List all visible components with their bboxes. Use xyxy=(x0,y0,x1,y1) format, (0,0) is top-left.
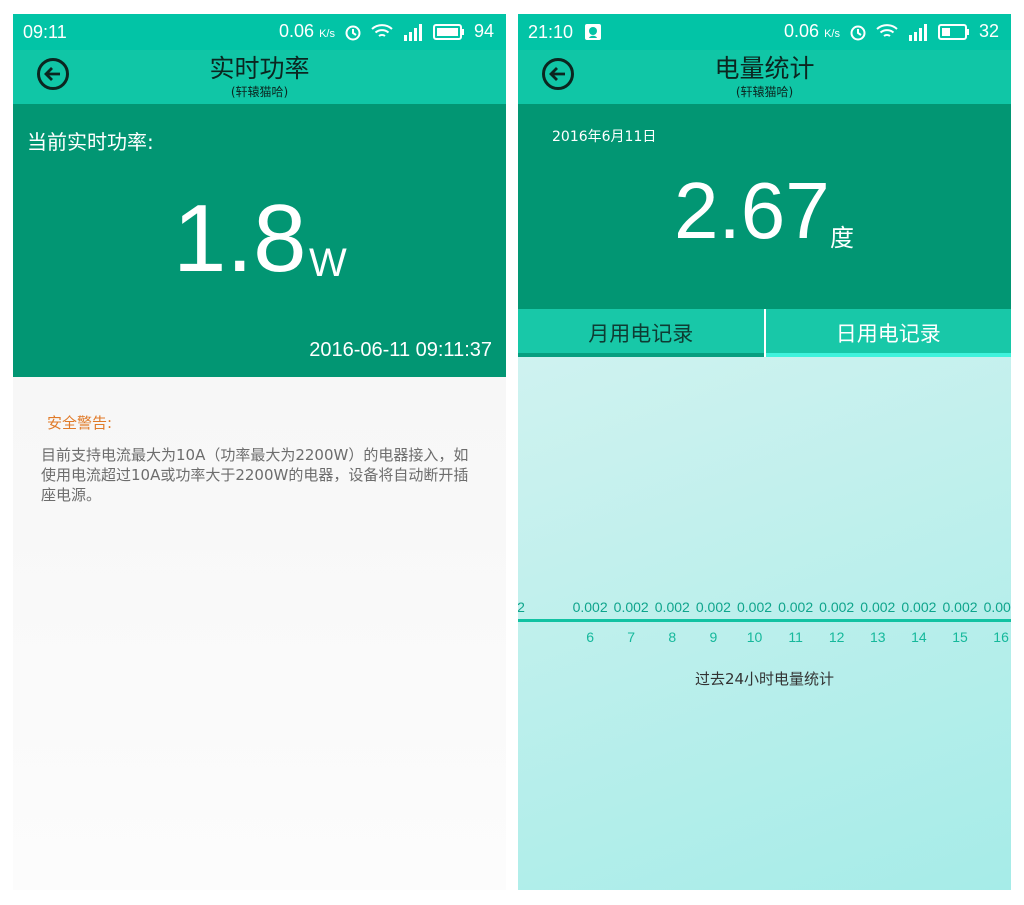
power-timestamp: 2016-06-11 09:11:37 xyxy=(309,339,492,361)
hour-tick-label: 8 xyxy=(668,629,677,645)
energy-date: 2016年6月11日 xyxy=(552,129,657,145)
hour-tick-label: 11 xyxy=(788,629,803,645)
hour-tick-label: 14 xyxy=(911,629,927,645)
hour-tick-label: 12 xyxy=(828,629,845,645)
signal-icon xyxy=(402,23,424,41)
power-unit: W xyxy=(309,241,347,285)
energy-unit: 度 xyxy=(830,224,854,252)
tab-underline xyxy=(518,353,764,357)
tab-monthly-record[interactable]: 月用电记录 xyxy=(518,309,764,357)
hour-tick-label: 16 xyxy=(993,629,1009,645)
hour-tick-label: 15 xyxy=(952,629,968,645)
hour-value-label: 0.002 xyxy=(819,599,855,615)
hour-value-label: 2 xyxy=(518,599,525,615)
status-bar: 21:10 0.06 K/s 32 xyxy=(518,14,1011,50)
wifi-icon xyxy=(371,23,393,40)
power-label: 当前实时功率: xyxy=(27,130,154,154)
status-bar: 09:11 0.06 K/s 94 xyxy=(13,14,506,50)
energy-panel: 2016年6月11日 2.67 度 xyxy=(518,104,1011,309)
page-title: 实时功率 xyxy=(209,54,310,83)
battery-level: 94 xyxy=(473,21,494,41)
power-screen: 09:11 0.06 K/s 94 实时功率 (轩辕猫哈) 当前实时功率: 1.… xyxy=(13,14,506,890)
hour-value-label: 0.002 xyxy=(778,599,814,615)
hour-value-label: 0.002 xyxy=(654,599,690,615)
alarm-icon xyxy=(849,23,867,41)
hour-value-label: 0.002 xyxy=(572,599,608,615)
usage-caption: 过去24小时电量统计 xyxy=(694,670,835,688)
wifi-icon xyxy=(876,23,898,40)
hourly-usage-strip[interactable]: 2 0.002 6 0.002 7 0.002 8 0.002 9 0.002 10 0.002 11 0… xyxy=(518,594,1011,645)
hour-value-label: 0.002 xyxy=(613,599,649,615)
hour-tick-label: 6 xyxy=(586,629,594,645)
hour-value-label: 0.002 xyxy=(901,599,937,615)
tab-underline xyxy=(765,353,1011,357)
hour-value-label: 0.002 xyxy=(942,599,978,615)
app-header: 实时功率 (轩辕猫哈) xyxy=(13,50,506,104)
tab-daily-record[interactable]: 日用电记录 xyxy=(763,309,1011,357)
network-speed: 0.06 K/s xyxy=(279,21,335,41)
hour-tick-label: 9 xyxy=(709,629,718,645)
energy-value: 2.67 xyxy=(674,166,830,255)
page-title: 电量统计 xyxy=(714,54,815,83)
battery-icon xyxy=(432,23,465,40)
alarm-icon xyxy=(344,23,362,41)
battery-icon xyxy=(937,23,970,40)
hour-tick-label: 10 xyxy=(746,629,763,645)
energy-screen: 21:10 0.06 K/s 32 电量统计 (轩辕猫哈) 2016年6月11日… xyxy=(518,14,1011,890)
power-value: 1.8 xyxy=(173,185,307,292)
notification-icon xyxy=(584,23,602,41)
warning-title: 安全警告: xyxy=(47,414,113,432)
battery-level: 32 xyxy=(978,21,999,41)
hour-tick-label: 7 xyxy=(627,629,636,645)
app-header: 电量统计 (轩辕猫哈) xyxy=(518,50,1011,104)
tab-label: 日用电记录 xyxy=(835,322,941,346)
page-subtitle: (轩辕猫哈) xyxy=(735,85,794,99)
axis-line xyxy=(518,619,1011,622)
network-speed: 0.06 K/s xyxy=(784,21,840,41)
hour-tick-label: 13 xyxy=(870,629,886,645)
record-tabs: 月用电记录 日用电记录 xyxy=(518,309,1011,357)
page-subtitle: (轩辕猫哈) xyxy=(230,85,289,99)
status-time: 21:10 xyxy=(528,22,574,42)
hour-value-label: 0.002 xyxy=(695,599,731,615)
hour-value-label: 0.002 xyxy=(983,599,1011,615)
warning-text: 目前支持电流最大为10A（功率最大为2200W）的电器接入，如使用电流超过10A… xyxy=(41,446,469,504)
hour-value-label: 0.002 xyxy=(736,599,773,615)
tab-label: 月用电记录 xyxy=(588,322,694,346)
status-time: 09:11 xyxy=(23,22,67,42)
power-panel: 当前实时功率: 1.8 W 2016-06-11 09:11:37 xyxy=(13,104,506,377)
hour-value-label: 0.002 xyxy=(860,599,896,615)
signal-icon xyxy=(907,23,929,41)
